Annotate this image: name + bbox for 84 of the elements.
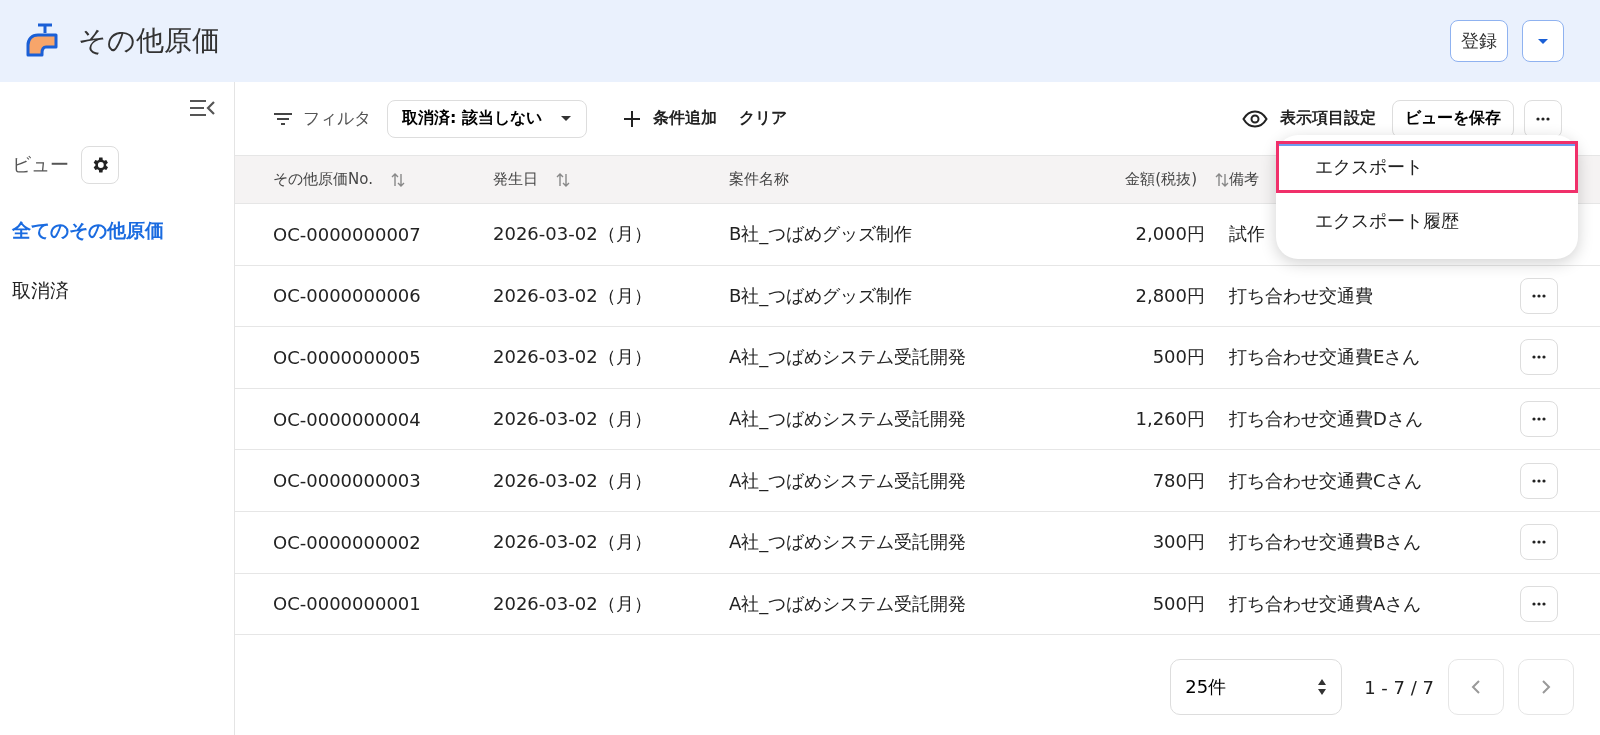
table-cell-text: 1,260円 <box>1134 407 1206 432</box>
updown-icon <box>1317 678 1328 697</box>
table-cell-text: 2,000円 <box>1134 222 1206 247</box>
more-icon <box>1532 355 1546 360</box>
menu-item[interactable]: エクスポート履歴 <box>1276 195 1578 247</box>
table-cell-text: 780円 <box>1151 468 1206 493</box>
table-cell-text: 500円 <box>1151 591 1206 616</box>
table-cell-text: OC-0000000007 <box>273 223 422 245</box>
table-cell-text: 2,800円 <box>1134 283 1206 308</box>
table-cell-text: 打ち合わせ交通費Cさん <box>1229 468 1423 493</box>
column-header: 発生日 <box>493 170 538 189</box>
filter-icon <box>273 111 293 126</box>
settings-button[interactable] <box>81 146 119 184</box>
column-header: 案件名称 <box>729 170 789 189</box>
eye-icon <box>1242 109 1268 128</box>
register-button[interactable]: 登録 <box>1450 20 1508 62</box>
more-icon <box>1536 116 1550 121</box>
table-cell-text: 2026-03-02（月） <box>493 407 653 432</box>
chevron-right-icon <box>1541 679 1551 696</box>
table-cell-text: 2026-03-02（月） <box>493 222 653 247</box>
table-cell-text: 500円 <box>1151 345 1206 370</box>
more-icon <box>1532 601 1546 606</box>
row-actions-button[interactable] <box>1520 401 1558 438</box>
table-cell-text: 2026-03-02（月） <box>493 283 653 308</box>
table-cell-text: 2026-03-02（月） <box>493 530 653 555</box>
save-view-button[interactable]: ビューを保存 <box>1392 99 1514 138</box>
caret-icon <box>559 115 572 122</box>
chevron-left-icon <box>1471 679 1481 696</box>
add-condition-button[interactable]: 条件追加 <box>616 104 723 133</box>
table-cell-text: 打ち合わせ交通費Dさん <box>1229 407 1424 432</box>
row-actions-button[interactable] <box>1520 277 1558 314</box>
table-cell-text: OC-0000000003 <box>273 470 422 492</box>
plus-icon <box>622 109 641 128</box>
next-page-button[interactable] <box>1518 659 1574 716</box>
more-button[interactable] <box>1524 99 1562 138</box>
more-icon <box>1532 540 1546 545</box>
table-cell-text: 2026-03-02（月） <box>493 468 653 493</box>
page-title: その他原価 <box>78 23 221 59</box>
sort-icon[interactable] <box>556 171 570 188</box>
table-cell-text: 2026-03-02（月） <box>493 345 653 370</box>
table-cell-text: OC-0000000004 <box>273 408 422 430</box>
table-cell-text: OC-0000000006 <box>273 285 422 307</box>
sidebar-item[interactable]: 全てのその他原価 <box>12 208 222 254</box>
table-cell-text: B社_つばめグッズ制作 <box>729 283 914 308</box>
table-cell-text: A社_つばめシステム受託開発 <box>729 530 968 555</box>
table-cell-text: B社_つばめグッズ制作 <box>729 222 914 247</box>
more-icon <box>1532 293 1546 298</box>
more-icon <box>1532 478 1546 483</box>
filter-label: フィルタ <box>303 107 371 130</box>
row-actions-button[interactable] <box>1520 339 1558 376</box>
collapse-sidebar-icon[interactable] <box>188 98 216 118</box>
table-cell-text: 打ち合わせ交通費 <box>1229 283 1374 308</box>
table-cell-text: 2026-03-02（月） <box>493 591 653 616</box>
sort-icon[interactable] <box>1215 171 1229 188</box>
column-header: 金額(税抜) <box>1125 170 1197 189</box>
table-cell-text: A社_つばめシステム受託開発 <box>729 345 968 370</box>
sort-icon[interactable] <box>390 171 405 188</box>
table-cell-text: OC-0000000005 <box>273 347 422 368</box>
table-cell-text: A社_つばめシステム受託開発 <box>729 468 968 493</box>
table-cell-text: A社_つばめシステム受託開発 <box>729 591 968 616</box>
row-actions-button[interactable] <box>1520 524 1558 561</box>
table-cell-text: OC-0000000001 <box>273 593 422 615</box>
table-cell-text: A社_つばめシステム受託開発 <box>729 407 968 432</box>
more-icon <box>1532 417 1546 422</box>
clear-button[interactable]: クリア <box>732 104 793 133</box>
page-size-select[interactable]: 25件 <box>1170 659 1343 716</box>
previous-page-button[interactable] <box>1448 659 1504 716</box>
table-cell-text: 打ち合わせ交通費Aさん <box>1229 591 1423 616</box>
filter-chip[interactable]: 取消済: 該当しない <box>387 99 587 138</box>
table-cell-text: 打ち合わせ交通費Bさん <box>1229 530 1423 555</box>
sidebar-item[interactable]: 取消済 <box>12 268 222 314</box>
row-actions-button[interactable] <box>1520 462 1558 499</box>
column-header: その他原価No. <box>273 170 373 189</box>
table-cell-text: 打ち合わせ交通費Eさん <box>1229 345 1422 370</box>
table-cell-text: OC-0000000002 <box>273 531 422 553</box>
column-settings-button[interactable]: 表示項目設定 <box>1236 104 1382 133</box>
menu-item[interactable]: エクスポート <box>1276 141 1578 193</box>
row-actions-button[interactable] <box>1520 585 1558 622</box>
page-range: 1 - 7 / 7 <box>1364 676 1434 698</box>
caret-icon <box>1537 37 1549 45</box>
table-cell-text: 300円 <box>1151 530 1206 555</box>
column-header: 備考 <box>1229 170 1259 189</box>
view-heading: ビュー <box>12 152 69 177</box>
dropdown-button[interactable] <box>1522 20 1564 62</box>
